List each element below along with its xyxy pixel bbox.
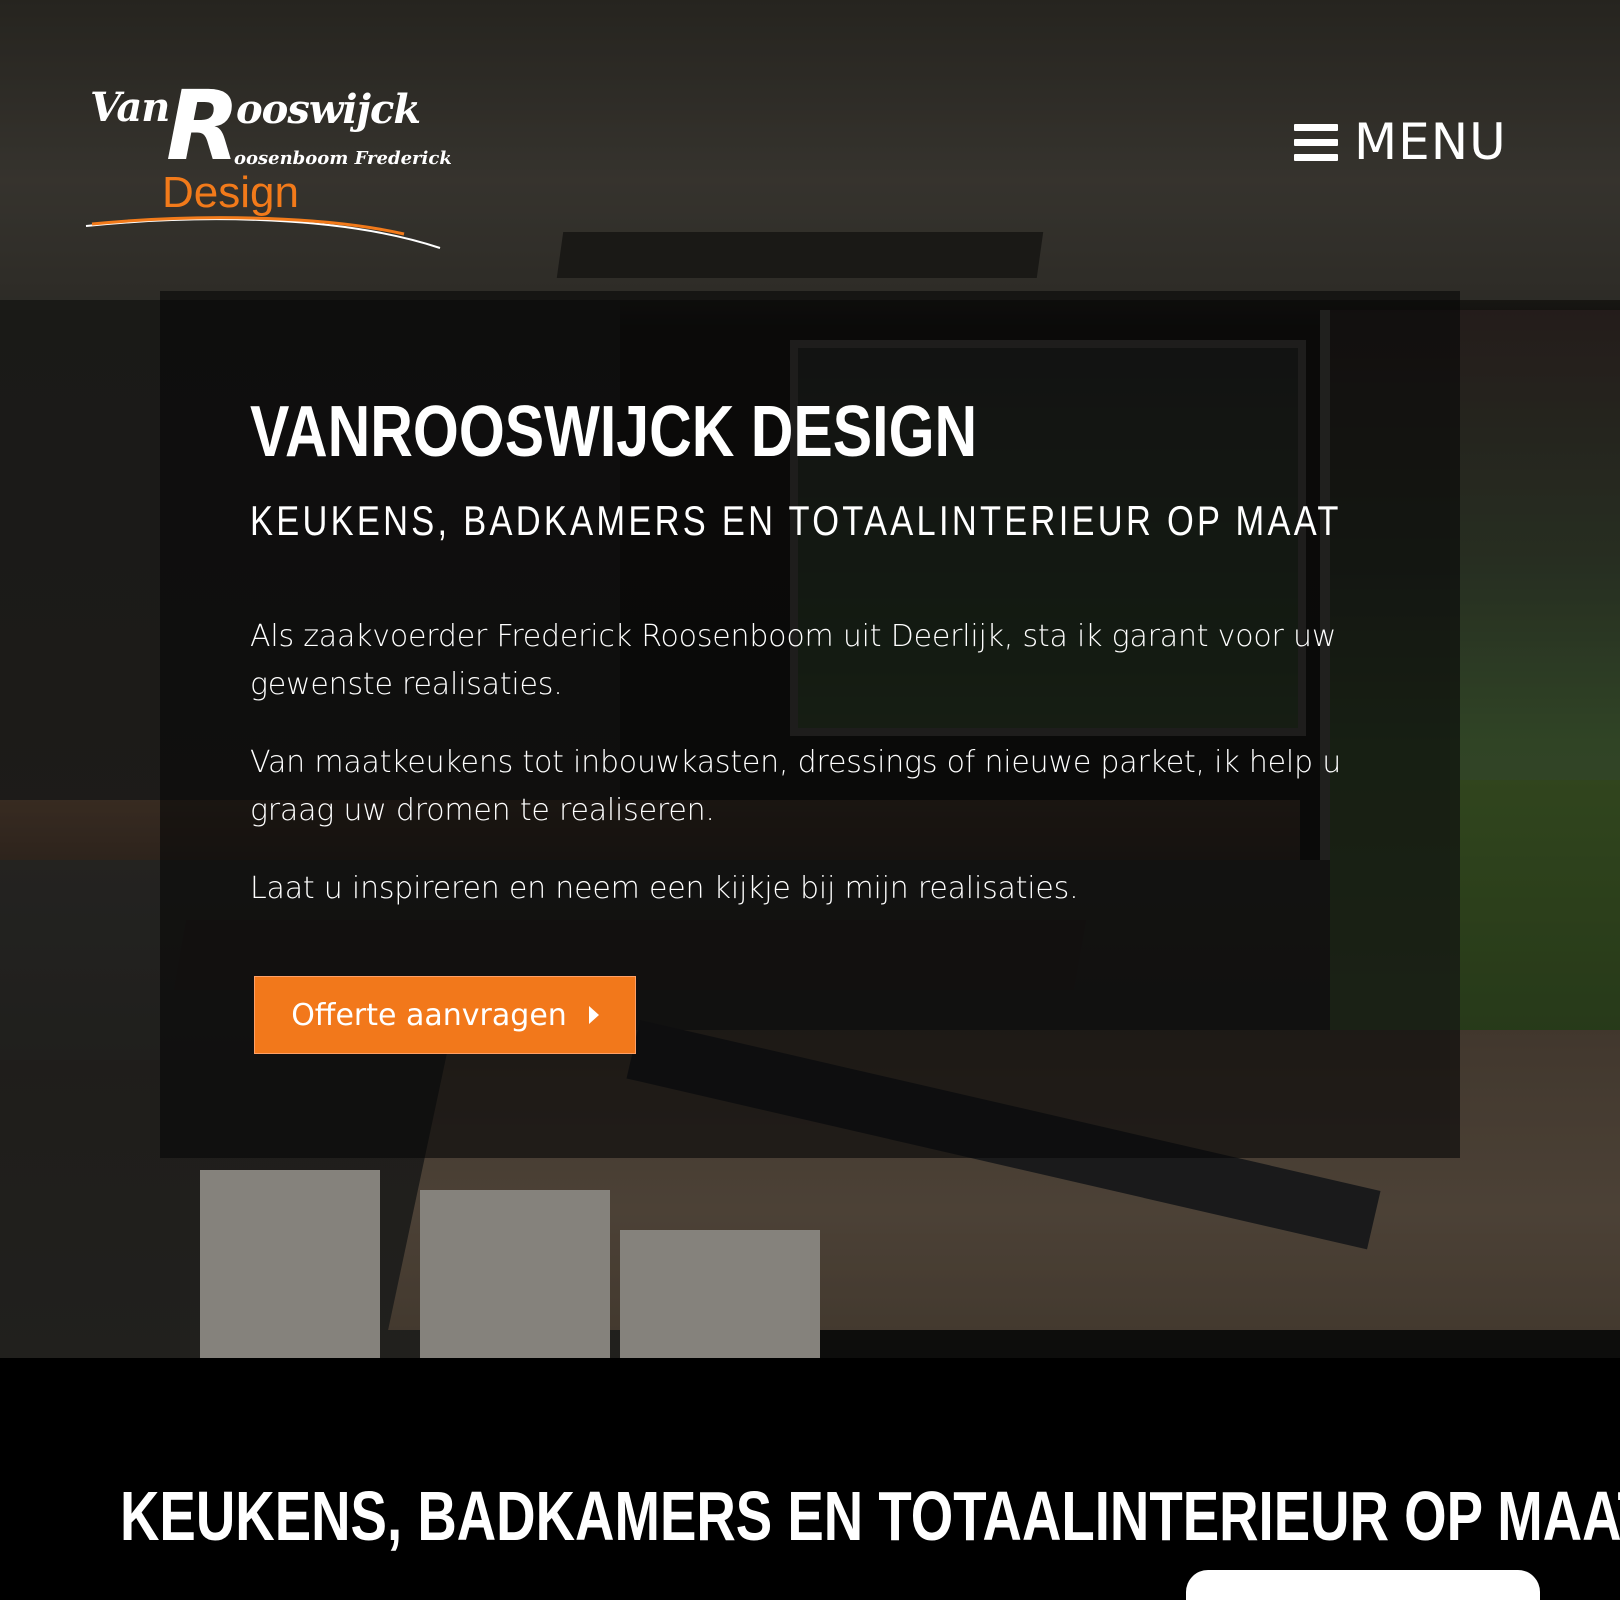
- logo-text-ooswijck: ooswijck: [236, 86, 421, 133]
- hero-title: VANROOSWIJCK DESIGN: [250, 392, 978, 472]
- hamburger-icon: [1294, 122, 1338, 162]
- quote-request-button[interactable]: Offerte aanvragen: [254, 976, 636, 1054]
- logo-text-owner: oosenboom Frederick: [234, 148, 452, 169]
- logo-text-r: R: [166, 70, 240, 182]
- section-heading: KEUKENS, BADKAMERS EN TOTAALINTERIEUR OP…: [120, 1477, 1620, 1555]
- page: Van R ooswijck oosenboom Frederick Desig…: [0, 0, 1620, 1600]
- hero-paragraph: Als zaakvoerder Frederick Roosenboom uit…: [250, 619, 1337, 702]
- menu-label: MENU: [1354, 113, 1507, 171]
- logo-text-design: Design: [162, 168, 299, 217]
- hero-subtitle: KEUKENS, BADKAMERS EN TOTAALINTERIEUR OP…: [250, 497, 1342, 544]
- services-section: KEUKENS, BADKAMERS EN TOTAALINTERIEUR OP…: [0, 1358, 1620, 1600]
- site-logo[interactable]: Van R ooswijck oosenboom Frederick Desig…: [85, 78, 456, 264]
- caret-right-icon: [588, 1006, 599, 1024]
- logo-text-van: Van: [90, 84, 170, 131]
- hero-content-box: VANROOSWIJCK DESIGN KEUKENS, BADKAMERS E…: [160, 291, 1460, 1158]
- menu-button[interactable]: MENU: [1294, 112, 1507, 172]
- hero-paragraph: Van maatkeukens tot inbouwkasten, dressi…: [250, 745, 1342, 828]
- hero-paragraph: Laat u inspireren en neem een kijkje bij…: [250, 871, 1079, 906]
- floating-card: [1186, 1570, 1540, 1600]
- quote-request-label: Offerte aanvragen: [291, 997, 567, 1033]
